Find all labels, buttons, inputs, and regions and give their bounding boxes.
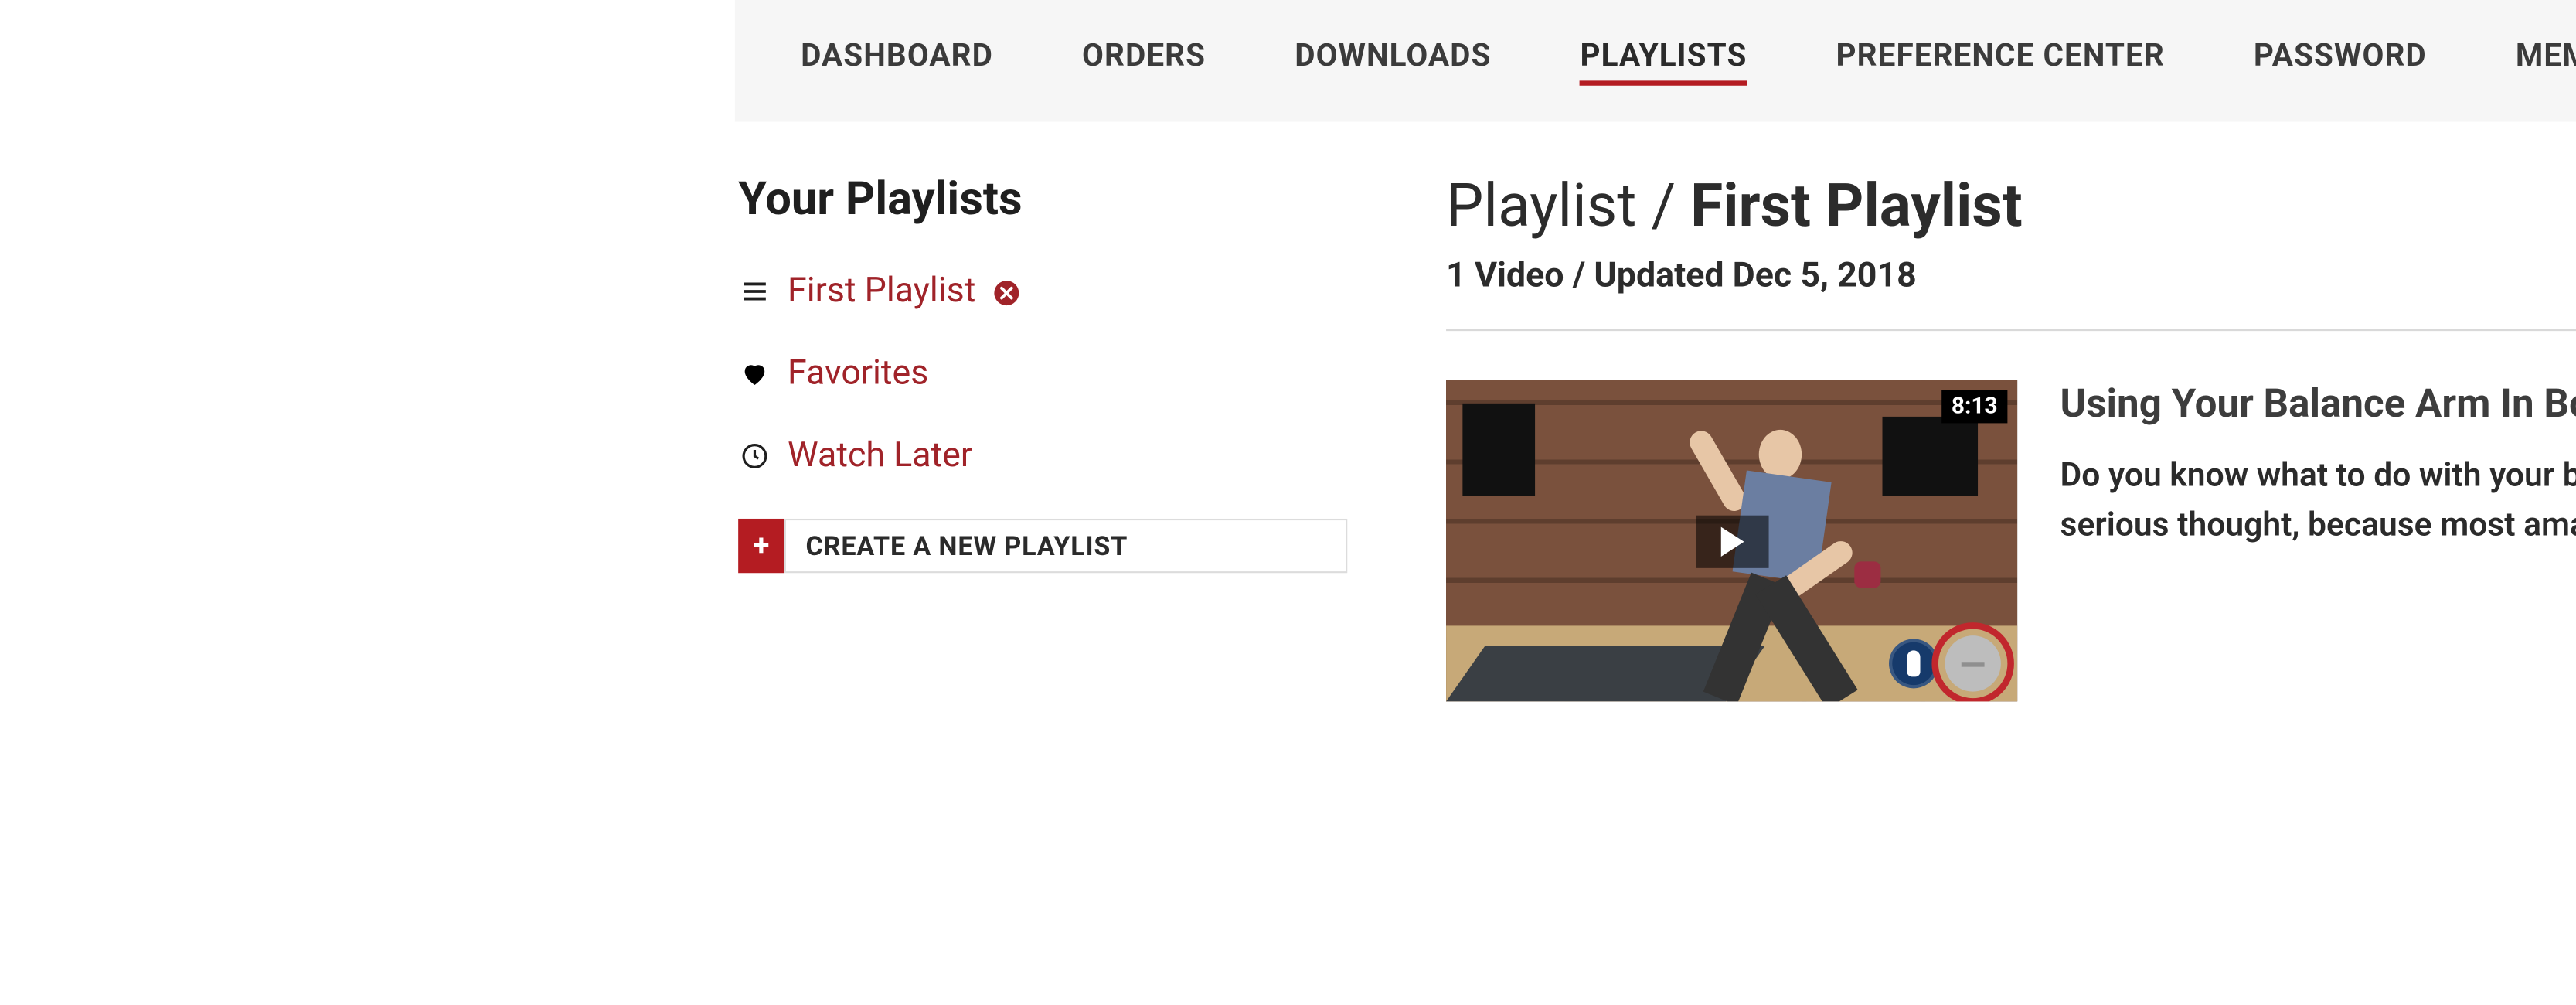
video-row: 8:13 Using Your Balance Arm In Bowling ▼… bbox=[1446, 380, 2576, 701]
playlist-main: Playlist / First Playlist 1 Video / Upda… bbox=[1446, 172, 2576, 702]
tab-orders[interactable]: ORDERS bbox=[1082, 36, 1206, 86]
tab-memberships[interactable]: MEMBERSHIPS bbox=[2515, 36, 2576, 86]
tab-dashboard[interactable]: DASHBOARD bbox=[801, 36, 993, 86]
tab-preference-center[interactable]: PREFERENCE CENTER bbox=[1836, 36, 2164, 86]
playlist-item-label: Watch Later bbox=[788, 436, 972, 475]
playlist-list: First Playlist Favorites bbox=[738, 271, 1347, 475]
divider bbox=[1446, 329, 2576, 331]
video-duration-badge: 8:13 bbox=[1941, 390, 2007, 424]
playlist-item-first-playlist[interactable]: First Playlist bbox=[738, 271, 1347, 311]
bowling-pin-icon[interactable] bbox=[1889, 639, 1938, 688]
video-description: Do you know what to do with your balance… bbox=[2060, 449, 2576, 548]
create-playlist-label: CREATE A NEW PLAYLIST bbox=[784, 519, 1346, 573]
video-title[interactable]: Using Your Balance Arm In Bowling bbox=[2060, 380, 2576, 427]
page-title-name: First Playlist bbox=[1690, 172, 2023, 240]
list-icon bbox=[738, 277, 771, 306]
playlist-item-label: First Playlist bbox=[788, 271, 975, 311]
tab-playlists[interactable]: PLAYLISTS bbox=[1580, 36, 1747, 86]
remove-from-playlist-icon[interactable] bbox=[1945, 635, 2000, 691]
tab-password[interactable]: PASSWORD bbox=[2253, 36, 2426, 86]
playlist-item-favorites[interactable]: Favorites bbox=[738, 354, 1347, 393]
video-thumbnail[interactable]: 8:13 bbox=[1446, 380, 2017, 701]
account-tabs: DASHBOARD ORDERS DOWNLOADS PLAYLISTS PRE… bbox=[734, 0, 2576, 122]
create-playlist-button[interactable]: + CREATE A NEW PLAYLIST bbox=[738, 519, 1347, 573]
plus-icon: + bbox=[738, 519, 784, 573]
sidebar-heading: Your Playlists bbox=[738, 172, 1347, 226]
thumbnail-person bbox=[1643, 414, 1907, 702]
clock-icon bbox=[738, 441, 771, 471]
tab-downloads[interactable]: DOWNLOADS bbox=[1295, 36, 1491, 86]
play-icon[interactable] bbox=[1695, 515, 1768, 567]
page-title: Playlist / First Playlist bbox=[1446, 172, 2576, 240]
delete-playlist-icon[interactable] bbox=[992, 274, 1021, 309]
playlist-item-watch-later[interactable]: Watch Later bbox=[738, 436, 1347, 475]
page-title-prefix: Playlist / bbox=[1446, 172, 1690, 240]
thumbnail-art-frame bbox=[1462, 404, 1535, 496]
playlists-sidebar: Your Playlists First Playlist bbox=[738, 172, 1347, 574]
heart-icon bbox=[738, 359, 771, 388]
playlist-meta: 1 Video / Updated Dec 5, 2018 bbox=[1446, 257, 1917, 296]
playlist-item-label: Favorites bbox=[788, 354, 928, 393]
video-info: Using Your Balance Arm In Bowling ▼▲ Do … bbox=[2060, 380, 2576, 548]
